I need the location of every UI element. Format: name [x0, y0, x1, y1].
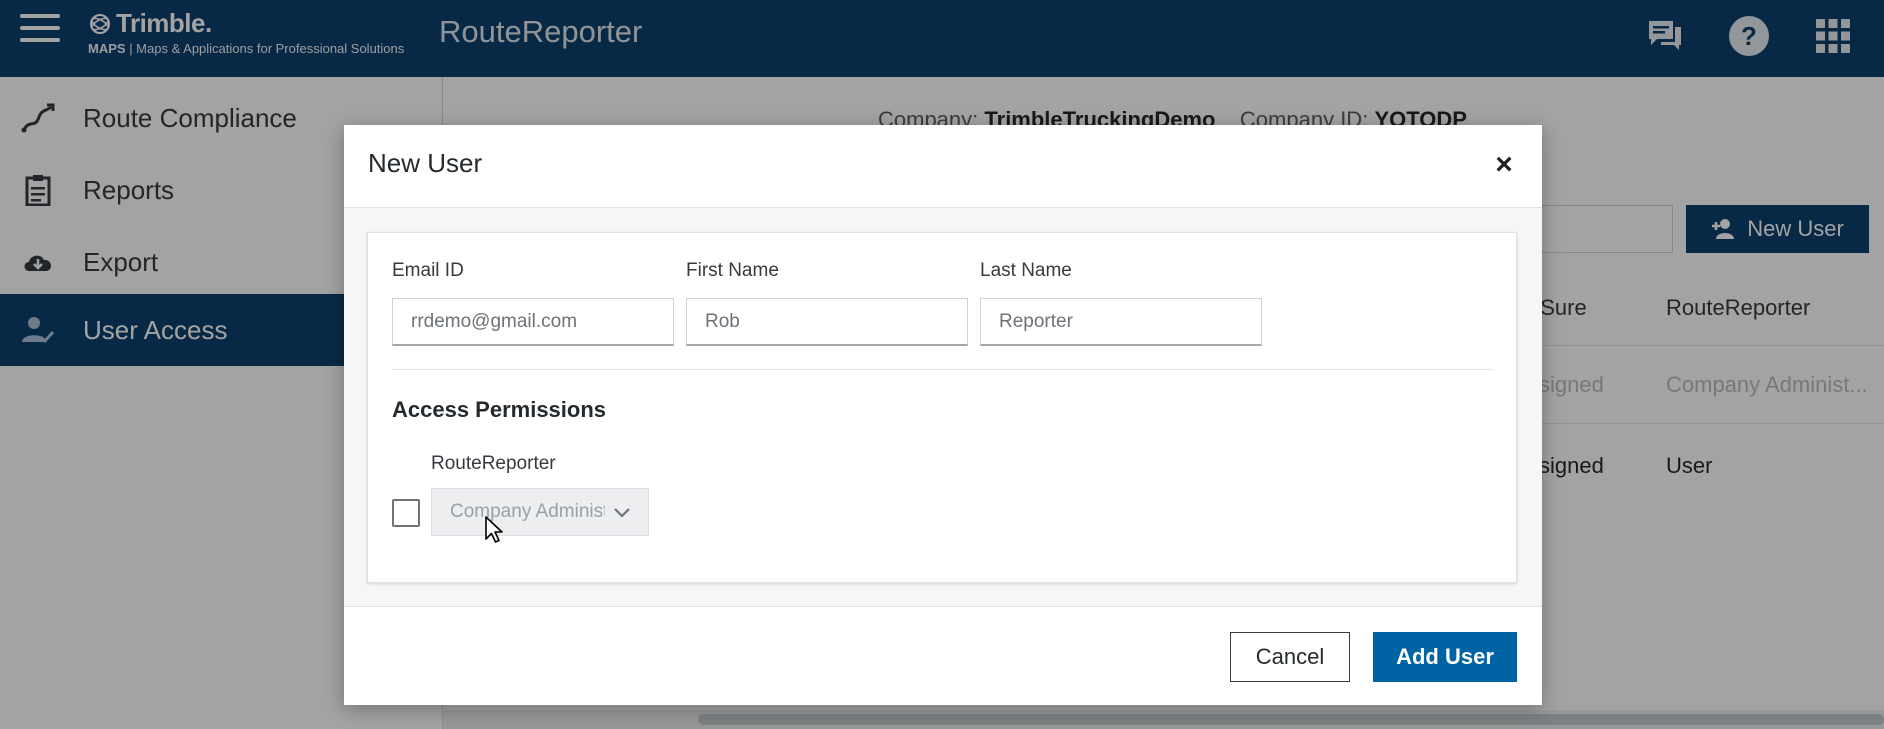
- access-permissions-heading: Access Permissions: [392, 397, 607, 422]
- last-name-field[interactable]: [980, 298, 1262, 346]
- email-label: Email ID: [392, 260, 464, 281]
- mouse-cursor-icon: [485, 516, 503, 543]
- section-divider: [392, 369, 1493, 370]
- dialog-title: New User: [368, 148, 483, 178]
- routereporter-permission-checkbox[interactable]: [392, 499, 420, 527]
- first-name-field[interactable]: [686, 298, 968, 346]
- user-form-card: Email ID First Name Last Name Access Per…: [367, 232, 1517, 583]
- dialog-body: Email ID First Name Last Name Access Per…: [344, 208, 1542, 606]
- first-name-label: First Name: [686, 260, 779, 281]
- chevron-down-icon: [614, 508, 630, 518]
- permission-app-label: RouteReporter: [431, 453, 556, 474]
- role-select-value: Company Administrator: [450, 501, 605, 522]
- dialog-header: New User ×: [344, 125, 1542, 208]
- role-select[interactable]: Company Administrator: [431, 488, 649, 536]
- cancel-button[interactable]: Cancel: [1230, 632, 1350, 682]
- close-icon[interactable]: ×: [1490, 148, 1518, 181]
- last-name-label: Last Name: [980, 260, 1072, 281]
- email-field[interactable]: [392, 298, 674, 346]
- new-user-dialog: New User × Email ID First Name Last Name…: [344, 125, 1542, 705]
- add-user-button[interactable]: Add User: [1373, 632, 1517, 682]
- dialog-footer: Cancel Add User: [344, 606, 1542, 705]
